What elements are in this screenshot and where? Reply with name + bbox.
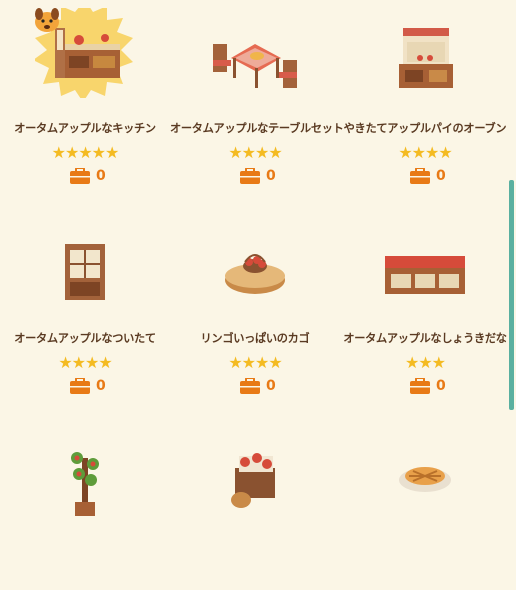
item-apple-basket[interactable]: リンゴいっぱいのカゴ ★★★★ 0 <box>170 210 340 394</box>
item-name: オータムアップルなキッチン <box>14 122 156 135</box>
display-shelf-image <box>385 256 465 294</box>
rarity-stars: ★★★★★ <box>51 143 120 162</box>
dog-icon <box>35 8 59 32</box>
owned-count: 0 <box>70 377 106 395</box>
count-value: 0 <box>266 378 276 394</box>
item-name: リンゴいっぱいのカゴ <box>200 332 310 345</box>
apple-basket-image <box>225 254 285 294</box>
count-value: 0 <box>266 168 276 184</box>
item-apple-pie[interactable] <box>340 420 510 590</box>
owned-count: 0 <box>240 377 276 395</box>
count-value: 0 <box>96 378 106 394</box>
item-apple-tree[interactable] <box>0 420 170 590</box>
screen-image <box>65 244 105 300</box>
owned-count: 0 <box>410 167 446 185</box>
oven-image <box>399 28 453 88</box>
item-autumn-apple-kitchen[interactable]: オータムアップルなキッチン ★★★★★ 0 <box>0 0 170 184</box>
apple-tree-image <box>71 452 99 516</box>
table-set-image <box>213 44 297 88</box>
count-value: 0 <box>96 168 106 184</box>
count-value: 0 <box>436 168 446 184</box>
apple-pie-image <box>399 467 451 492</box>
owned-count: 0 <box>240 167 276 185</box>
rarity-stars: ★★★★ <box>58 353 112 372</box>
owned-count: 0 <box>70 167 106 185</box>
toolbox-icon <box>240 168 260 184</box>
item-autumn-apple-display-shelf[interactable]: オータムアップルなしょうきだな ★★★ 0 <box>340 210 510 394</box>
toolbox-icon <box>240 378 260 394</box>
rarity-stars: ★★★★ <box>228 353 282 372</box>
item-autumn-apple-screen[interactable]: オータムアップルなついたて ★★★★ 0 <box>0 210 170 394</box>
item-apple-crates[interactable] <box>170 420 340 590</box>
item-apple-pie-oven[interactable]: やきたてアップルパイのオーブン ★★★★ 0 <box>340 0 510 184</box>
apple-crates-image <box>231 453 275 508</box>
rarity-stars: ★★★ <box>404 353 446 372</box>
item-grid: オータムアップルなキッチン ★★★★★ 0 オータムアップルなテーブルセット ★… <box>0 0 510 516</box>
item-name: オータムアップルなついたて <box>14 332 156 345</box>
toolbox-icon <box>410 168 430 184</box>
item-name: オータムアップルなテーブルセット <box>170 122 344 135</box>
kitchen-image <box>35 8 133 98</box>
owned-count: 0 <box>410 377 446 395</box>
toolbox-icon <box>70 378 90 394</box>
toolbox-icon <box>410 378 430 394</box>
rarity-stars: ★★★★ <box>228 143 282 162</box>
toolbox-icon <box>70 168 90 184</box>
rarity-stars: ★★★★ <box>398 143 452 162</box>
item-autumn-apple-table-set[interactable]: オータムアップルなテーブルセット ★★★★ 0 <box>170 0 344 184</box>
scrollbar[interactable] <box>509 180 514 410</box>
count-value: 0 <box>436 378 446 394</box>
item-name: オータムアップルなしょうきだな <box>343 332 507 345</box>
item-name: やきたてアップルパイのオーブン <box>343 122 507 135</box>
